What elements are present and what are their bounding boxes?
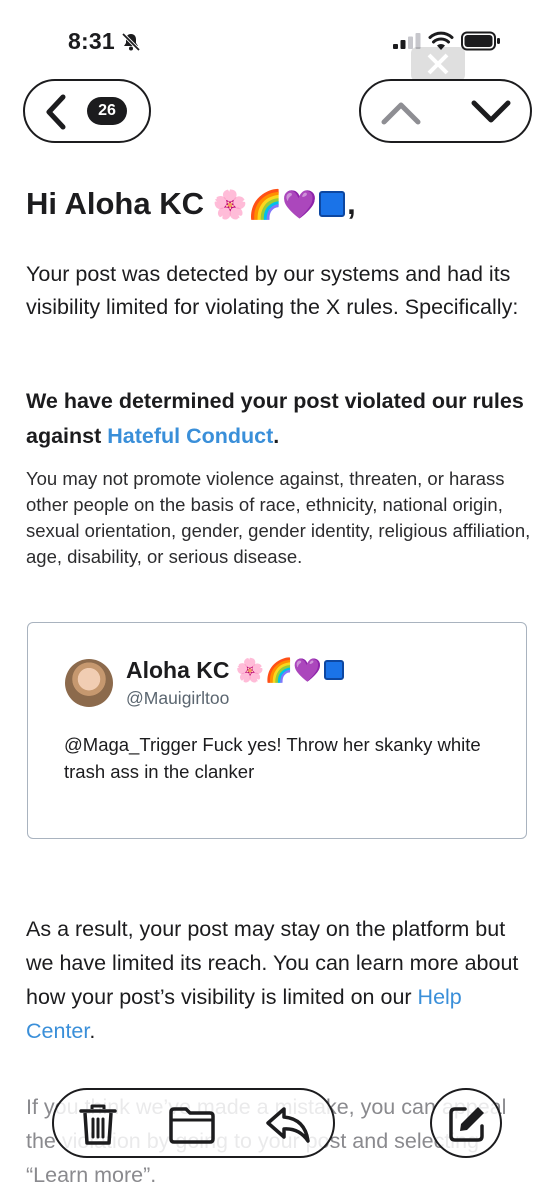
x-logo-icon — [411, 47, 465, 81]
chevron-left-icon — [46, 94, 66, 130]
greeting-text: Hi Aloha KC — [26, 186, 213, 221]
email-greeting: Hi Aloha KC 🌸🌈💜, — [26, 186, 356, 222]
tweet-author-handle: @Mauigirltoo — [126, 688, 230, 708]
status-bar: 8:31 — [0, 0, 554, 80]
greeting-comma: , — [347, 186, 356, 221]
tweet-card[interactable]: Aloha KC 🌸🌈💜 @Mauigirltoo @Maga_Trigger … — [27, 622, 527, 839]
trash-icon[interactable] — [78, 1103, 118, 1147]
compose-icon — [449, 1107, 484, 1142]
policy-description: You may not promote violence against, th… — [26, 468, 531, 567]
chevron-up-icon[interactable] — [379, 95, 423, 129]
status-time: 8:31 — [68, 28, 115, 54]
compose-button[interactable] — [430, 1088, 502, 1158]
bell-slash-icon — [121, 32, 141, 52]
bottom-toolbar — [52, 1088, 335, 1158]
avatar — [65, 659, 113, 707]
tweet-text: @Maga_Trigger Fuck yes! Throw her skanky… — [64, 734, 481, 782]
tweet-author-name: Aloha KC 🌸🌈💜 — [126, 657, 346, 684]
result-paragraph: As a result, your post may stay on the p… — [26, 912, 531, 1048]
message-navigation — [359, 79, 532, 143]
battery-icon — [461, 31, 500, 51]
detection-paragraph: Your post was detected by our systems an… — [26, 262, 519, 319]
chevron-down-icon[interactable] — [469, 95, 513, 129]
result-period: . — [89, 1019, 96, 1043]
greeting-emojis: 🌸🌈💜 — [212, 189, 318, 220]
tweet-author-text: Aloha KC — [126, 657, 236, 683]
violation-paragraph: We have determined your post violated ou… — [26, 384, 531, 454]
folder-icon[interactable] — [168, 1105, 216, 1145]
hateful-conduct-link[interactable]: Hateful Conduct — [107, 424, 273, 448]
blue-square-emoji — [323, 660, 344, 680]
unread-count-badge: 26 — [87, 97, 127, 125]
blue-square-emoji — [319, 191, 346, 217]
reply-icon[interactable] — [264, 1104, 312, 1146]
violation-period: . — [273, 424, 280, 448]
tweet-author-emojis: 🌸🌈💜 — [235, 657, 322, 683]
back-button[interactable]: 26 — [23, 79, 151, 143]
